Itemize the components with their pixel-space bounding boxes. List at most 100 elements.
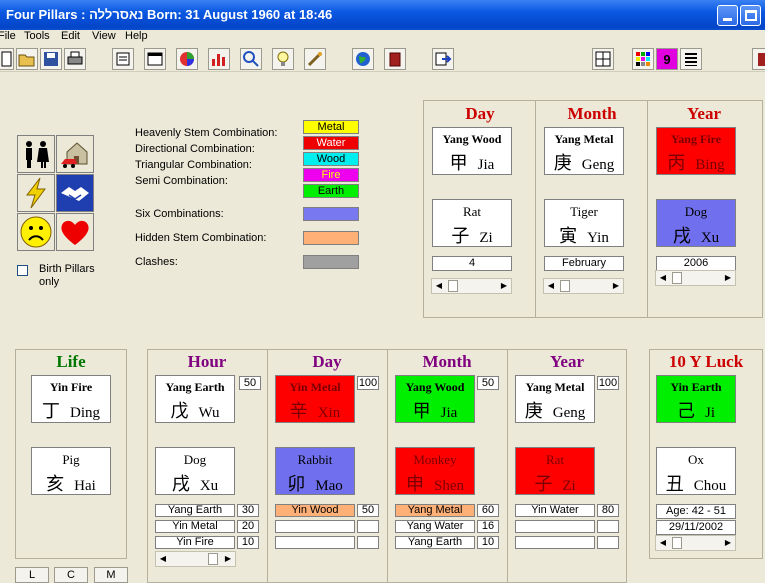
lightbulb-icon[interactable] (272, 48, 294, 70)
house-car-icon[interactable] (56, 135, 94, 173)
natal-day-branch-card[interactable]: Rabbit 卯 Mao (275, 447, 355, 495)
current-month-scrollbar[interactable]: ◀ ▶ (543, 278, 624, 294)
stem-pinyin: Wu (198, 405, 220, 421)
natal-year-hidden-val-2 (597, 520, 619, 533)
exit-book-icon[interactable] (752, 48, 765, 70)
legend-label-semi: Semi Combination: (135, 175, 228, 187)
stem-char: 丁 (42, 401, 60, 421)
c-button[interactable]: C (54, 567, 88, 583)
bar-chart-icon[interactable] (208, 48, 230, 70)
natal-year-branch-card[interactable]: Rat 子 Zi (515, 447, 595, 495)
hour-hidden-stem-1: Yang Earth (155, 504, 235, 517)
menu-tools[interactable]: Tools (24, 30, 50, 42)
birth-pillars-checkbox[interactable] (17, 265, 28, 276)
hour-branch-card[interactable]: Dog 戌 Xu (155, 447, 235, 495)
color-grid-icon[interactable] (632, 48, 654, 70)
print-icon[interactable] (64, 48, 86, 70)
swatch-water: Water (303, 136, 359, 150)
swatch-wood: Wood (303, 152, 359, 166)
branch-char: 卯 (287, 474, 306, 494)
maximize-button[interactable] (740, 5, 761, 26)
natal-day-stem-card[interactable]: Yin Metal 辛 Xin (275, 375, 355, 423)
natal-day-hidden-stem-2 (275, 520, 355, 533)
stem-char: 甲 (449, 153, 468, 173)
scroll-left-icon[interactable]: ◀ (657, 537, 669, 549)
menu-view[interactable]: View (92, 30, 116, 42)
scroll-thumb[interactable] (448, 280, 458, 292)
grid-icon[interactable] (592, 48, 614, 70)
legend-label-triangular: Triangular Combination: (135, 159, 252, 171)
scroll-left-icon[interactable]: ◀ (433, 280, 445, 292)
minimize-button[interactable] (717, 5, 738, 26)
search-icon[interactable] (240, 48, 262, 70)
scroll-right-icon[interactable]: ▶ (610, 280, 622, 292)
natal-day-hidden-stem-1: Yin Wood (275, 504, 355, 517)
scroll-right-icon[interactable]: ▶ (222, 553, 234, 565)
branch-pinyin: Shen (434, 478, 464, 494)
m-button[interactable]: M (94, 567, 128, 583)
open-folder-icon[interactable] (16, 48, 38, 70)
current-day-branch-card[interactable]: Rat 子 Zi (432, 199, 512, 247)
list-icon[interactable] (680, 48, 702, 70)
current-year-stem-card[interactable]: Yang Fire 丙 Bing (656, 127, 736, 175)
scroll-thumb[interactable] (560, 280, 570, 292)
scroll-right-icon[interactable]: ▶ (722, 537, 734, 549)
scroll-right-icon[interactable]: ▶ (722, 272, 734, 284)
hour-scrollbar[interactable]: ◀ ▶ (155, 551, 236, 567)
hour-hidden-stem-3: Yin Fire (155, 536, 235, 549)
scroll-thumb[interactable] (208, 553, 218, 565)
scroll-right-icon[interactable]: ▶ (498, 280, 510, 292)
divider (267, 350, 268, 583)
menu-edit[interactable]: Edit (61, 30, 80, 42)
sad-face-icon[interactable] (17, 213, 55, 251)
handshake-icon[interactable] (56, 174, 94, 212)
save-icon[interactable] (40, 48, 62, 70)
luck-branch-card[interactable]: Ox 丑 Chou (656, 447, 736, 495)
scroll-left-icon[interactable]: ◀ (545, 280, 557, 292)
l-button[interactable]: L (15, 567, 49, 583)
luck-stem-card[interactable]: Yin Earth 己 Ji (656, 375, 736, 423)
swatch-metal: Metal (303, 120, 359, 134)
luck-scrollbar[interactable]: ◀ ▶ (655, 535, 736, 551)
current-month-branch-card[interactable]: Tiger 寅 Yin (544, 199, 624, 247)
book-icon[interactable] (384, 48, 406, 70)
branch-pinyin: Zi (479, 230, 493, 246)
luck-header: 10 Y Luck (668, 352, 744, 371)
heart-icon[interactable] (56, 213, 94, 251)
current-day-scrollbar[interactable]: ◀ ▶ (431, 278, 512, 294)
legend-label-directional: Directional Combination: (135, 143, 255, 155)
scroll-thumb[interactable] (672, 272, 682, 284)
scroll-thumb[interactable] (672, 537, 682, 549)
natal-year-stem-card[interactable]: Yang Metal 庚 Geng (515, 375, 595, 423)
swatch-hidden-stem (303, 231, 359, 245)
branch-name: Rat (545, 452, 565, 467)
life-stem-card[interactable]: Yin Fire 丁 Ding (31, 375, 111, 423)
life-branch-card[interactable]: Pig 亥 Hai (31, 447, 111, 495)
brush-icon[interactable] (304, 48, 326, 70)
current-day-stem-card[interactable]: Yang Wood 甲 Jia (432, 127, 512, 175)
scroll-left-icon[interactable]: ◀ (657, 272, 669, 284)
window-icon[interactable] (144, 48, 166, 70)
couple-icon[interactable] (17, 135, 55, 173)
export-icon[interactable] (432, 48, 454, 70)
menu-help[interactable]: Help (125, 30, 148, 42)
stem-name: Yin Earth (670, 380, 722, 394)
current-year-scrollbar[interactable]: ◀ ▶ (655, 270, 736, 286)
legend-label-six: Six Combinations: (135, 208, 224, 220)
stem-char: 庚 (524, 401, 543, 421)
lightning-icon[interactable] (17, 174, 55, 212)
globe-icon[interactable] (352, 48, 374, 70)
title-bar: Four Pillars : נאסרללה Born: 31 August 1… (0, 0, 765, 30)
new-icon[interactable] (0, 48, 14, 70)
current-year-branch-card[interactable]: Dog 戌 Xu (656, 199, 736, 247)
properties-icon[interactable] (112, 48, 134, 70)
scroll-left-icon[interactable]: ◀ (157, 553, 169, 565)
pie-chart-icon[interactable] (176, 48, 198, 70)
menu-file[interactable]: File (0, 30, 16, 42)
natal-month-branch-card[interactable]: Monkey 申 Shen (395, 447, 475, 495)
nine-icon[interactable]: 9 (656, 48, 678, 70)
natal-month-header: Month (422, 352, 472, 371)
current-month-stem-card[interactable]: Yang Metal 庚 Geng (544, 127, 624, 175)
hour-stem-card[interactable]: Yang Earth 戊 Wu (155, 375, 235, 423)
natal-month-stem-card[interactable]: Yang Wood 甲 Jia (395, 375, 475, 423)
